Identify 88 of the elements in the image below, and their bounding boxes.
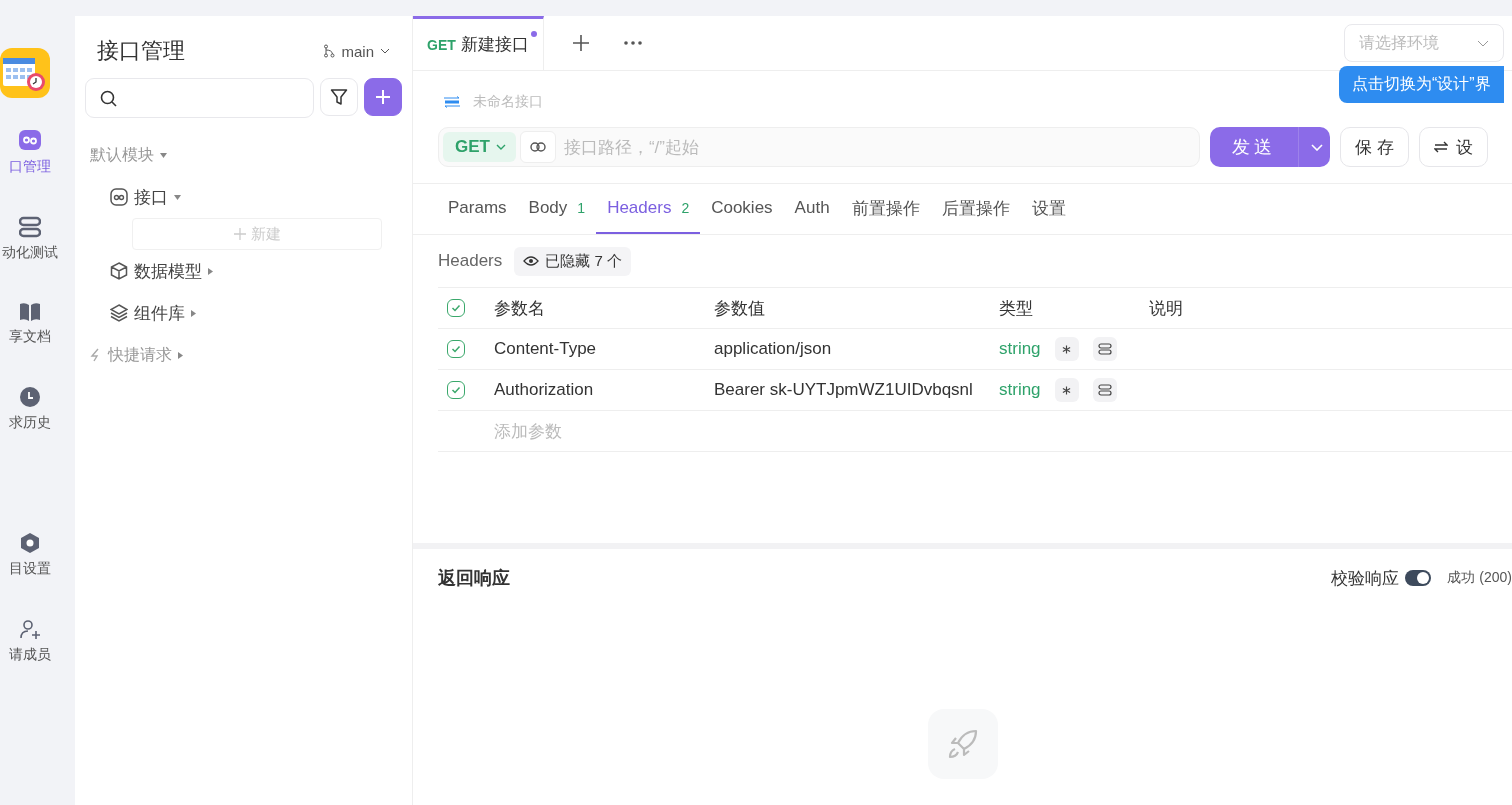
sidebar-title: 接口管理 [97,37,185,65]
asterisk-icon[interactable] [1062,385,1072,395]
asterisk-icon[interactable] [1062,344,1072,354]
chevron-icon [495,144,506,150]
design-button[interactable]: 设 [1419,127,1488,167]
section-label: Headers [438,251,503,271]
expand-caret-icon[interactable] [160,152,167,158]
column-header: 参数名 [494,297,545,320]
checkbox[interactable] [447,340,465,358]
nav-item[interactable]: 求历史 [0,386,60,432]
nav-item[interactable]: 请成员 [0,618,60,664]
eye-icon [523,255,540,267]
link-icon[interactable] [529,142,546,152]
swap-icon [1434,141,1448,153]
plus-icon [375,89,391,105]
tree-item[interactable]: 组件库 [110,292,402,334]
tree-label: 数据模型 [134,260,202,283]
tree-label: 组件库 [134,302,185,325]
validate-label: 校验响应 [1331,567,1400,590]
settings-icon [20,532,40,554]
tree-label: 接口 [134,186,168,209]
check-icon [450,343,462,355]
stack-icon [19,216,41,238]
expand-caret-icon[interactable] [174,194,181,200]
tree-item[interactable]: 接口 [110,176,402,218]
branch-icon [323,44,336,58]
chevron-icon [380,48,390,54]
cube-icon [110,262,128,280]
chevron-icon [1311,143,1324,151]
check-icon [450,302,462,314]
table-cell: Bearer sk-UYTJpmWZ1UIDvbqsnl [714,380,973,400]
tab[interactable]: Headers 2 [596,184,701,234]
response-title: 返回响应 [438,567,510,590]
save-button[interactable]: 保 存 [1340,127,1409,167]
nav-item[interactable]: 享文档 [0,302,60,346]
nav-item[interactable]: 动化测试 [0,216,60,262]
column-header: 参数值 [714,297,765,320]
tree-label: 默认模块 [90,144,154,165]
more-icon [623,41,642,45]
tree-label: 快捷请求 [108,344,172,365]
search-field[interactable] [85,78,314,118]
search-icon [100,89,117,107]
add-user-icon [19,618,41,640]
filter-button[interactable] [320,78,358,116]
unsaved-dot [530,31,537,37]
collapse-caret-icon[interactable] [191,309,196,317]
tooltip: 点击切换为“设计”界 [1339,66,1504,103]
toggle-icon[interactable] [1097,343,1112,355]
clock-icon [19,386,41,408]
chevron-icon [1477,39,1489,47]
table-cell: Content-Type [494,339,597,359]
request-tab[interactable]: GET 新建接口 [413,16,544,70]
plus-icon [233,227,247,241]
column-header: 类型 [999,297,1033,320]
tab[interactable]: 设置 [1020,184,1077,234]
http-icon [443,96,461,108]
status-select[interactable]: 成功 (200) [1447,569,1512,587]
nav-item[interactable]: 目设置 [0,532,60,578]
filter-icon [330,88,348,106]
tree-item[interactable]: 数据模型 [110,250,402,292]
tab[interactable]: Auth [783,184,841,234]
add-button[interactable] [364,78,402,116]
layers-icon [110,304,128,322]
api-icon [18,128,42,152]
tab[interactable]: 前置操作 [840,184,931,234]
plus-icon [571,34,590,52]
type-label: string [999,339,1041,359]
api-icon [110,188,128,206]
validate-switch[interactable] [1405,570,1432,586]
type-label: string [999,380,1041,400]
collapse-caret-icon[interactable] [208,267,213,275]
column-header: 说明 [1149,297,1183,320]
tab[interactable]: Body 1 [517,184,597,234]
tab[interactable]: 后置操作 [930,184,1021,234]
calendar-logo-icon[interactable] [0,48,50,98]
tab[interactable]: Params [437,184,518,234]
check-icon [450,384,462,396]
book-icon [19,302,41,322]
table-cell: application/json [714,339,832,359]
tab[interactable]: Cookies [700,184,784,234]
toggle-icon[interactable] [1097,384,1112,396]
checkbox[interactable] [447,381,465,399]
checkbox[interactable] [447,299,465,317]
table-cell: Authorization [494,380,594,400]
hidden-headers-toggle[interactable]: 已隐藏 7 个 [514,246,631,276]
nav-item[interactable]: 口管理 [0,128,60,176]
collapse-caret-icon[interactable] [178,351,183,359]
branch-selector[interactable]: main [323,42,390,60]
